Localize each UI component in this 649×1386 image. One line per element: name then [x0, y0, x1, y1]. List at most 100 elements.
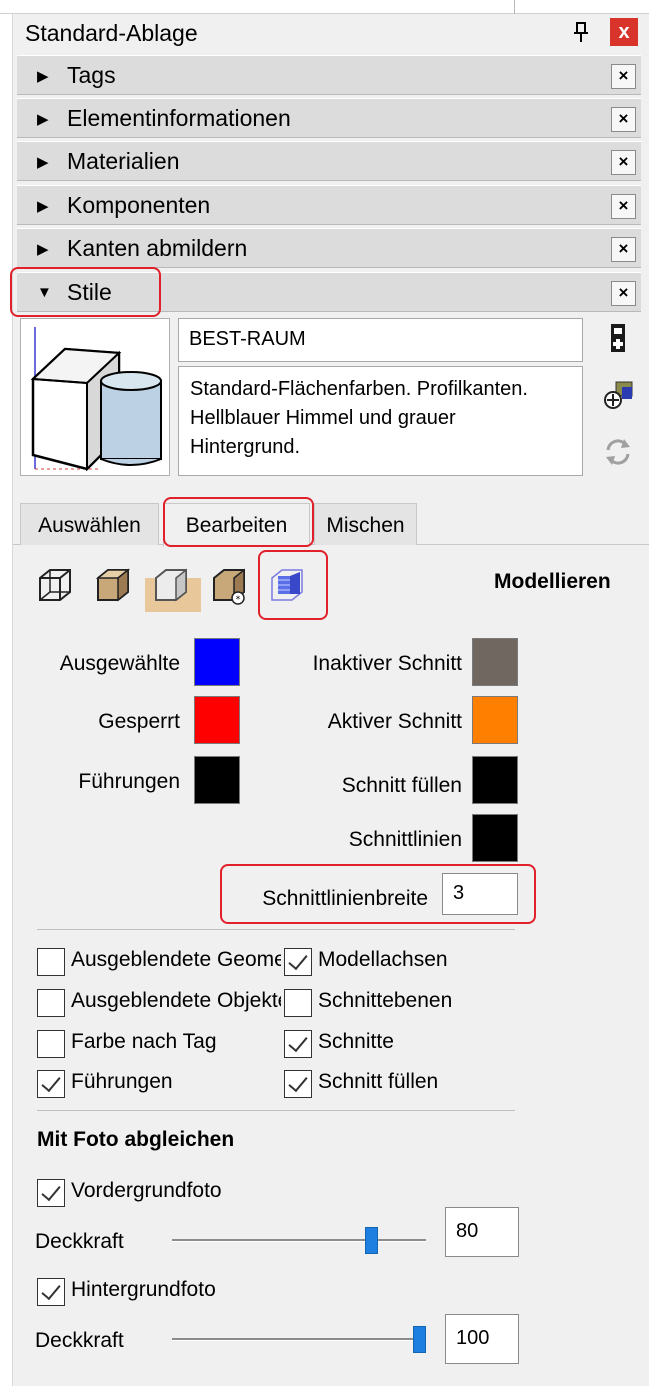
section-materials[interactable]: ▶ Materialien × [17, 141, 641, 181]
checkbox-hidden-geometry[interactable]: Ausgeblendete Geometrie [37, 946, 281, 978]
window-top-strip [0, 0, 649, 14]
highlight-modeling-icon [258, 550, 328, 620]
foreground-opacity-slider-thumb[interactable] [365, 1227, 378, 1254]
create-style-icon[interactable] [602, 322, 634, 354]
update-style-icon[interactable] [602, 378, 634, 410]
separator [37, 929, 515, 930]
checkbox-box [37, 1179, 65, 1207]
color-label-inactive-section: Inaktiver Schnitt [312, 652, 462, 675]
background-opacity-slider-thumb[interactable] [413, 1326, 426, 1353]
background-opacity-label: Deckkraft [35, 1329, 124, 1352]
checkbox-label: Schnittebenen [318, 989, 453, 1012]
checkbox-box [284, 1030, 312, 1058]
tray-left-edge [0, 14, 13, 1386]
checkbox-hidden-objects[interactable]: Ausgeblendete Objekte [37, 987, 281, 1019]
checkbox-label: Modellachsen [318, 948, 448, 971]
top-strip-divider [514, 0, 515, 14]
background-opacity-input[interactable]: 100 [445, 1314, 519, 1364]
highlight-edit-tab [163, 497, 314, 547]
checkbox-label: Hintergrundfoto [71, 1278, 216, 1301]
checkbox-box [284, 989, 312, 1017]
tray-close-button[interactable]: x [610, 18, 638, 46]
color-swatch-selected[interactable] [194, 638, 240, 686]
tab-select[interactable]: Auswählen [20, 503, 159, 545]
expand-arrow-icon: ▶ [37, 68, 49, 85]
color-label-locked: Gesperrt [98, 710, 180, 733]
checkbox-model-axes[interactable]: Modellachsen [284, 946, 544, 978]
section-label: Komponenten [67, 192, 211, 218]
color-label-section-lines: Schnittlinien [348, 828, 462, 851]
checkbox-foreground-photo[interactable]: Vordergrundfoto [37, 1177, 337, 1209]
checkbox-label: Farbe nach Tag [71, 1030, 217, 1053]
section-label: Elementinformationen [67, 105, 291, 131]
section-components[interactable]: ▶ Komponenten × [17, 185, 641, 225]
section-close-button[interactable]: × [611, 64, 636, 89]
section-close-button[interactable]: × [611, 281, 636, 306]
face-settings-icon[interactable] [92, 560, 134, 608]
refresh-icon[interactable] [602, 436, 634, 468]
checkbox-label: Schnitt füllen [318, 1070, 439, 1093]
section-close-button[interactable]: × [611, 194, 636, 219]
checkbox-box [37, 1070, 65, 1098]
pin-icon[interactable] [571, 20, 591, 44]
checkbox-box [37, 1030, 65, 1058]
svg-text:*: * [236, 595, 241, 605]
color-swatch-section-fill[interactable] [472, 756, 518, 804]
color-swatch-locked[interactable] [194, 696, 240, 744]
color-label-guides: Führungen [78, 770, 180, 793]
checkbox-label: Vordergrundfoto [71, 1179, 222, 1202]
color-swatch-inactive-section[interactable] [472, 638, 518, 686]
section-close-button[interactable]: × [611, 237, 636, 262]
background-settings-icon[interactable] [150, 560, 192, 608]
checkbox-box [37, 948, 65, 976]
foreground-opacity-slider-track[interactable] [172, 1239, 426, 1242]
section-close-button[interactable]: × [611, 150, 636, 175]
section-soften-edges[interactable]: ▶ Kanten abmildern × [17, 228, 641, 268]
style-thumbnail[interactable] [20, 318, 170, 476]
foreground-opacity-label: Deckkraft [35, 1230, 124, 1253]
checkbox-label: Führungen [71, 1070, 173, 1093]
section-label: Kanten abmildern [67, 235, 248, 261]
checkbox-box [284, 948, 312, 976]
expand-arrow-icon: ▶ [37, 154, 49, 171]
checkbox-box [37, 989, 65, 1017]
background-opacity-slider-track[interactable] [172, 1338, 426, 1341]
section-tags[interactable]: ▶ Tags × [17, 55, 641, 95]
section-close-button[interactable]: × [611, 107, 636, 132]
checkbox-section-fill[interactable]: Schnitt füllen [284, 1068, 544, 1100]
color-swatch-active-section[interactable] [472, 696, 518, 744]
match-photo-heading: Mit Foto abgleichen [37, 1128, 235, 1151]
checkbox-label: Schnitte [318, 1030, 394, 1053]
tab-mix[interactable]: Mischen [314, 503, 417, 545]
checkbox-background-photo[interactable]: Hintergrundfoto [37, 1276, 337, 1308]
style-name-field[interactable]: BEST-RAUM [178, 318, 583, 362]
section-label: Materialien [67, 148, 180, 174]
watermark-settings-icon[interactable]: * [208, 560, 250, 608]
color-swatch-guides[interactable] [194, 756, 240, 804]
edge-settings-icon[interactable] [34, 560, 76, 608]
checkbox-color-by-tag[interactable]: Farbe nach Tag [37, 1028, 281, 1060]
color-swatch-section-lines[interactable] [472, 814, 518, 862]
checkbox-section-planes[interactable]: Schnittebenen [284, 987, 544, 1019]
checkbox-section-cuts[interactable]: Schnitte [284, 1028, 544, 1060]
expand-arrow-icon: ▶ [37, 241, 49, 258]
expand-arrow-icon: ▶ [37, 111, 49, 128]
foreground-opacity-input[interactable]: 80 [445, 1207, 519, 1257]
color-label-active-section: Aktiver Schnitt [327, 710, 462, 733]
section-entity-info[interactable]: ▶ Elementinformationen × [17, 98, 641, 138]
style-description-field[interactable]: Standard-Flächenfarben. Profilkanten. He… [178, 366, 583, 476]
color-label-selected: Ausgewählte [59, 652, 180, 675]
checkbox-guides[interactable]: Führungen [37, 1068, 281, 1100]
tray-titlebar: Standard-Ablage x [13, 14, 649, 52]
highlight-styles-section [10, 267, 161, 317]
expand-arrow-icon: ▶ [37, 198, 49, 215]
checkbox-label: Ausgeblendete Geometrie [71, 948, 281, 971]
edit-mode-label: Modellieren [494, 570, 611, 593]
checkbox-label: Ausgeblendete Objekte [71, 989, 281, 1012]
checkbox-box [37, 1278, 65, 1306]
checkbox-box [284, 1070, 312, 1098]
highlight-section-line-width [220, 864, 536, 924]
section-label: Tags [67, 62, 116, 88]
separator [37, 1110, 515, 1111]
tray-title: Standard-Ablage [25, 20, 198, 46]
